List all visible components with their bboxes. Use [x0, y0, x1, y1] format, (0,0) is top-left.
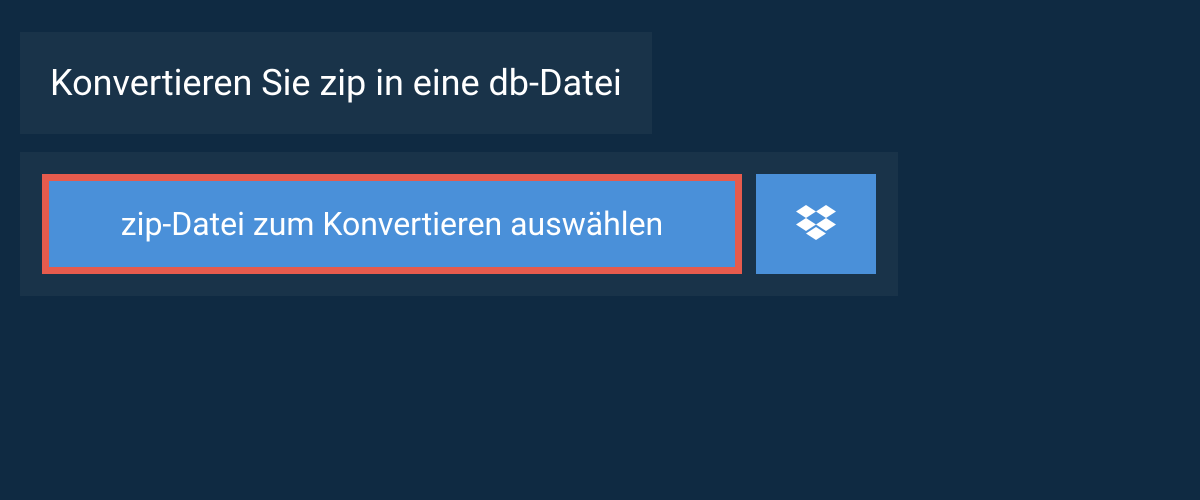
upload-panel: zip-Datei zum Konvertieren auswählen	[20, 152, 898, 296]
page-title: Konvertieren Sie zip in eine db-Datei	[50, 62, 622, 104]
dropbox-icon	[796, 205, 836, 244]
dropbox-button[interactable]	[756, 174, 876, 274]
header-bar: Konvertieren Sie zip in eine db-Datei	[20, 32, 652, 134]
select-file-button[interactable]: zip-Datei zum Konvertieren auswählen	[42, 174, 742, 274]
select-file-label: zip-Datei zum Konvertieren auswählen	[121, 205, 663, 243]
